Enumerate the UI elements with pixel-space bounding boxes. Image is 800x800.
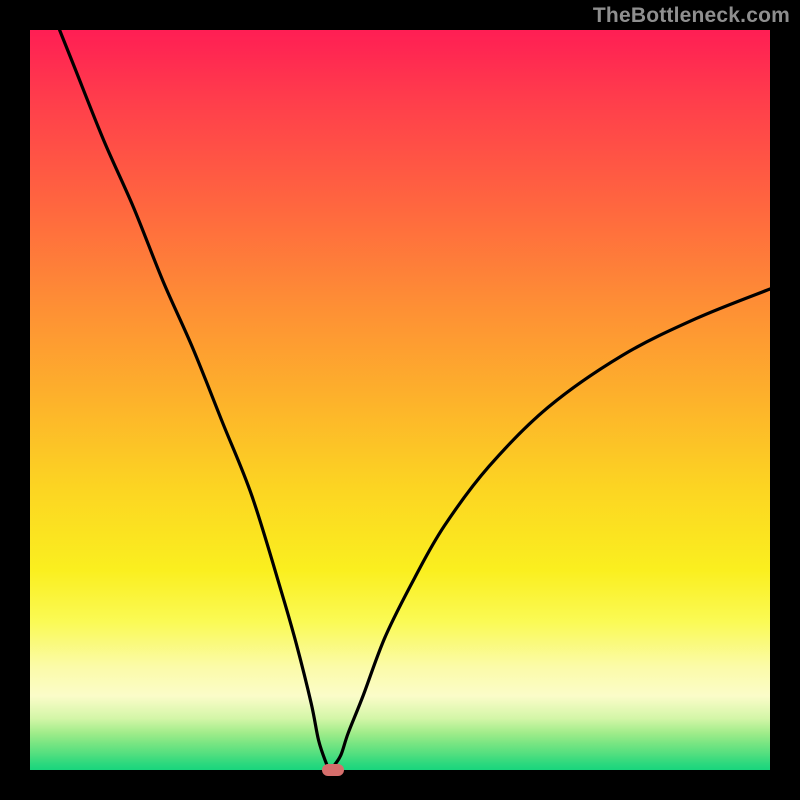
chart-frame: TheBottleneck.com [0, 0, 800, 800]
bottleneck-curve [30, 30, 770, 770]
watermark-text: TheBottleneck.com [593, 4, 790, 28]
minimum-marker [322, 764, 344, 776]
plot-area [30, 30, 770, 770]
